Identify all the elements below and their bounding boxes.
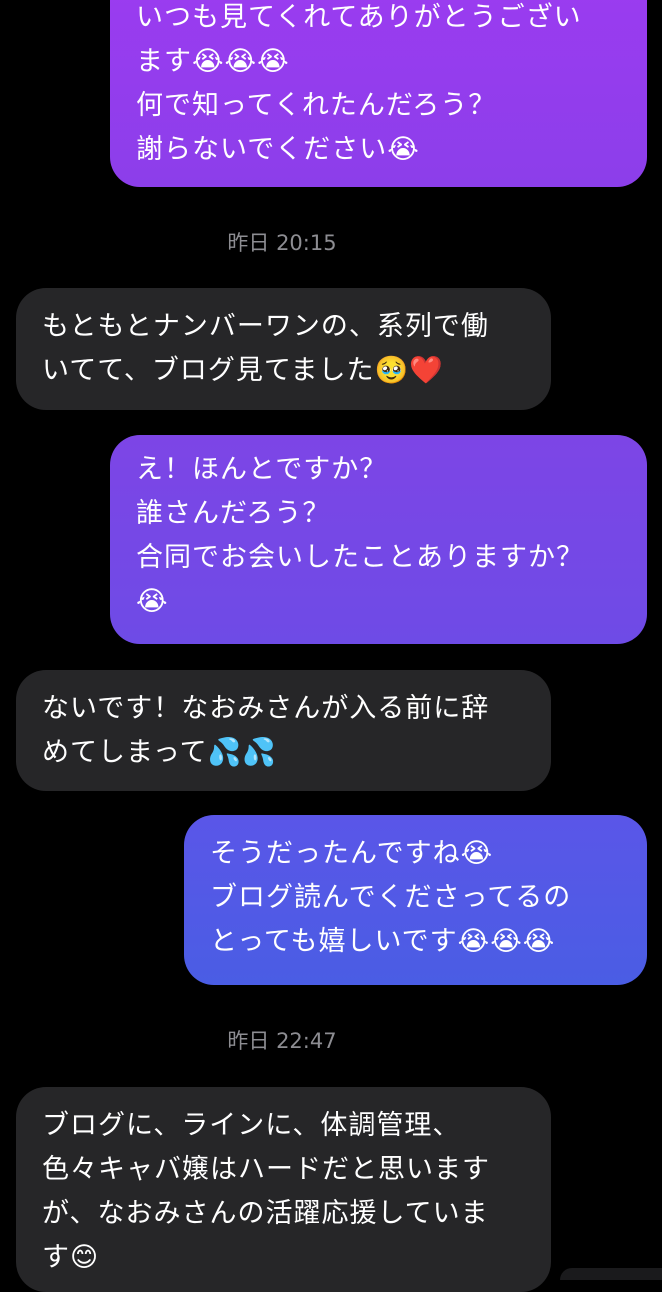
received-message-bubble[interactable]: もともとナンバーワンの、系列で働 いてて、ブログ見てました🥹❤️ — [16, 288, 551, 410]
message-text-line: もともとナンバーワンの、系列で働 — [42, 311, 489, 342]
received-message-bubble[interactable]: ないです！なおみさんが入る前に辞 めてしまって💦💦 — [16, 670, 551, 791]
message-text-line: 色々キャバ嬢はハードだと思います — [42, 1154, 490, 1185]
message-text-line: そうだったんですね😭 — [210, 838, 494, 869]
message-text-line: が、なおみさんの活躍応援していま — [42, 1198, 489, 1229]
message-text-line: 😭 — [136, 586, 169, 617]
message-text-line: ブログ読んでくださってるの — [210, 882, 572, 913]
message-text-line: す😊 — [42, 1242, 100, 1273]
composer-edge — [560, 1268, 662, 1280]
message-text-line: え！ほんとですか？ — [136, 454, 388, 485]
message-text-line: いてて、ブログ見てました🥹❤️ — [42, 355, 444, 386]
message-text-line: 謝らないでください😭 — [136, 134, 420, 165]
message-text-line: 合同でお会いしたことありますか？ — [136, 542, 584, 573]
received-message-bubble[interactable]: ブログに、ラインに、体調管理、 色々キャバ嬢はハードだと思います が、なおみさん… — [16, 1087, 551, 1292]
message-text-line: ブログに、ラインに、体調管理、 — [42, 1110, 461, 1141]
sent-message-bubble[interactable]: そうだったんですね😭 ブログ読んでくださってるの とっても嬉しいです😭😭😭 — [184, 815, 647, 985]
message-text-line: いつも見てくれてありがとうござい — [136, 2, 582, 33]
message-timestamp: 昨日 20:15 — [227, 231, 337, 255]
sent-message-bubble[interactable]: いつも見てくれてありがとうござい ます😭😭😭 何で知ってくれたんだろう？ 謝らな… — [110, 0, 647, 187]
message-text-line: ます😭😭😭 — [136, 46, 290, 77]
message-text-line: 誰さんだろう？ — [136, 498, 331, 529]
message-text-line: めてしまって💦💦 — [42, 737, 277, 768]
message-text-line: とっても嬉しいです😭😭😭 — [210, 926, 556, 957]
message-timestamp: 昨日 22:47 — [227, 1029, 337, 1053]
message-text-line: ないです！なおみさんが入る前に辞 — [42, 693, 490, 724]
message-text-line: 何で知ってくれたんだろう？ — [136, 90, 497, 121]
sent-message-bubble[interactable]: え！ほんとですか？ 誰さんだろう？ 合同でお会いしたことありますか？ 😭 — [110, 435, 647, 644]
